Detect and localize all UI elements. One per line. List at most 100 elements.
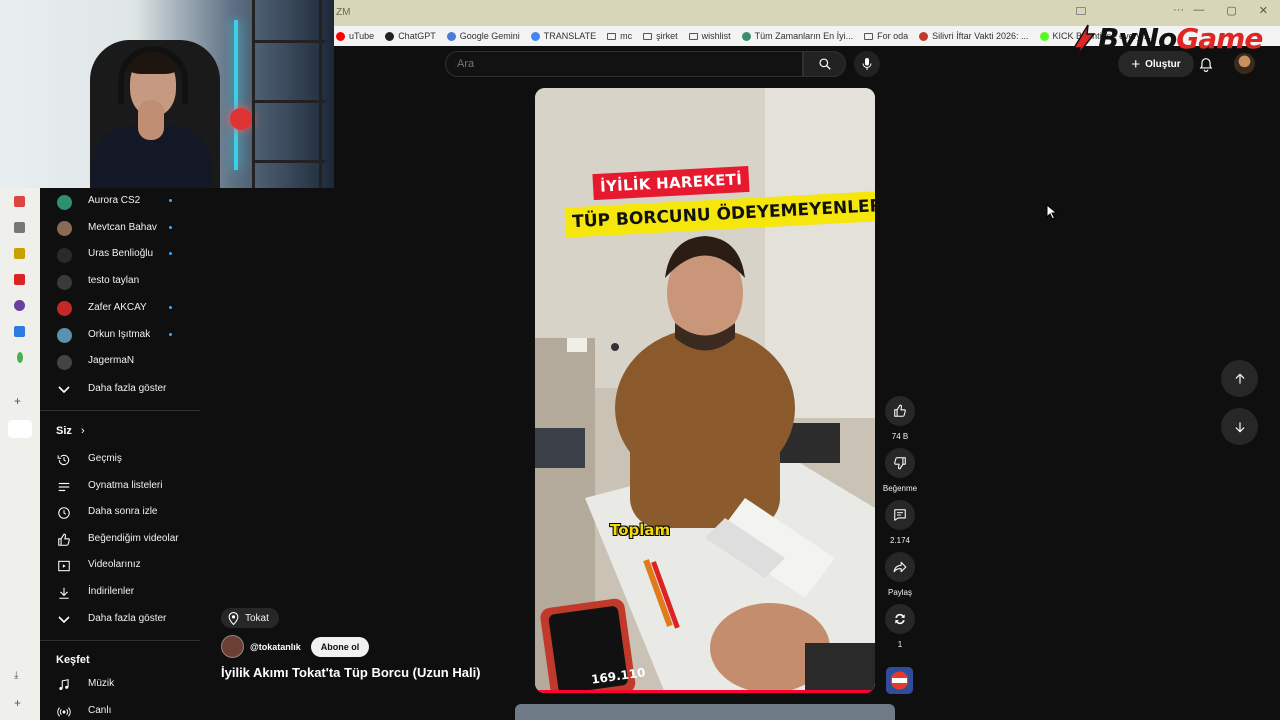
bookmark-label: mc (620, 31, 633, 41)
leaf-icon[interactable] (17, 352, 23, 363)
close-window-button[interactable]: ✕ (1259, 4, 1268, 17)
explore-heading: Keşfet (56, 654, 90, 666)
next-short-button[interactable] (1221, 408, 1258, 445)
subscription-label: Uras Benlioğlu (88, 248, 154, 260)
subscription-label: testo taylan (88, 275, 140, 287)
divider (40, 640, 200, 641)
show-more-subscriptions[interactable]: Daha fazla göster (40, 376, 200, 402)
video-progress-bar[interactable] (535, 690, 875, 693)
sidebar-item-downloads[interactable]: İndirilenler (40, 579, 200, 605)
add-icon[interactable]: + (14, 394, 25, 408)
playlists-icon (56, 479, 72, 495)
sidebar-item-your-videos[interactable]: Videolarınız (40, 552, 200, 578)
video-title[interactable]: İyilik Akımı Tokat'ta Tüp Borcu (Uzun Ha… (221, 665, 481, 680)
sidebar-item-live[interactable]: Canlı (40, 698, 200, 720)
bookmark-item[interactable]: Silivri İftar Vakti 2026: ... (919, 31, 1029, 41)
files-icon[interactable] (14, 222, 25, 233)
app-circle-icon[interactable] (14, 300, 25, 311)
bookmark-item[interactable]: For oda (864, 31, 908, 41)
video-app-icon[interactable] (14, 274, 25, 285)
subscription-item[interactable]: Uras Benlioğlu (40, 241, 200, 267)
thumbs-up-icon (894, 404, 906, 417)
subscription-label: Aurora CS2 (88, 195, 141, 206)
tab-search-icon[interactable] (1076, 7, 1086, 15)
shelf (252, 0, 325, 188)
like-action: 74 B (882, 396, 918, 441)
subscribe-button[interactable]: Abone ol (310, 636, 370, 657)
bookmark-item[interactable]: wishlist (688, 31, 731, 41)
bookmark-item[interactable]: mc (607, 31, 632, 41)
subscription-label: JagermaN (88, 355, 135, 367)
sidebar-item-label: Videolarınız (88, 559, 141, 571)
subscription-item[interactable]: JagermaN (40, 348, 200, 374)
subscription-item[interactable]: Orkun Işıtmak (40, 322, 200, 348)
sidebar-item-playlists[interactable]: Oynatma listeleri (40, 473, 200, 499)
subscription-item[interactable]: Zafer AKCAY (40, 295, 200, 321)
maximize-button[interactable]: ▢ (1226, 4, 1236, 17)
location-chip[interactable]: Tokat (221, 608, 279, 628)
translate-icon (530, 31, 540, 41)
notes-icon[interactable] (14, 248, 25, 259)
new-content-dot (169, 199, 172, 202)
bookmark-item[interactable]: ChatGPT (385, 31, 436, 41)
led-light (230, 108, 252, 130)
folder-icon (688, 32, 698, 40)
comments-button[interactable] (885, 500, 915, 530)
live-icon (56, 704, 72, 720)
channel-avatar[interactable] (221, 635, 244, 658)
bookmark-label: wishlist (701, 31, 731, 41)
channel-avatar (56, 301, 72, 317)
sidebar-item-liked[interactable]: Beğendiğim videolar (40, 526, 200, 552)
bookmark-item[interactable]: Tüm Zamanların En İyi... (741, 31, 853, 41)
short-video-player[interactable]: İYİLİK HAREKETİ TÜP BORCUNU ÖDEYEMEYENLE… (535, 88, 875, 693)
new-content-dot (169, 332, 172, 336)
sidebar-item-music[interactable]: Müzik (40, 671, 200, 697)
bookmark-item[interactable]: uTube (336, 31, 374, 41)
subscription-item[interactable]: testo taylan (40, 268, 200, 294)
arrow-down-icon (1235, 421, 1244, 432)
gmail-icon[interactable] (14, 196, 25, 207)
sidebar-item-watch-later[interactable]: Daha sonra izle (40, 499, 200, 525)
next-short-preview[interactable] (515, 704, 895, 720)
like-count: 74 B (891, 432, 909, 441)
share-icon (893, 561, 907, 573)
share-button[interactable] (885, 552, 915, 582)
channel-avatar (56, 247, 72, 263)
gemini-icon (446, 31, 456, 41)
music-icon (56, 677, 72, 693)
remix-button[interactable] (885, 604, 915, 634)
channel-avatar (56, 354, 72, 370)
sidebar-item-label: Daha sonra izle (88, 506, 158, 518)
add-panel-icon[interactable]: + (14, 696, 25, 710)
previous-short-button[interactable] (1221, 360, 1258, 397)
bookmark-item[interactable]: şirket (643, 31, 678, 41)
bookmark-item[interactable]: TRANSLATE (530, 31, 597, 41)
download-icon[interactable]: ⤓ (14, 670, 25, 681)
subscription-item[interactable]: Aurora CS2 (40, 188, 200, 214)
search-button[interactable] (803, 51, 846, 77)
bookmark-label: TRANSLATE (543, 31, 597, 41)
subscription-item[interactable]: Mevtcan Bahav (40, 215, 200, 241)
browser-menu-icon[interactable]: ··· (1173, 4, 1184, 16)
voice-search-button[interactable] (854, 51, 880, 77)
dislike-button[interactable] (885, 448, 915, 478)
channel-watermark-logo: ByNoGame (1064, 20, 1272, 60)
bookmark-item[interactable]: Google Gemini (446, 31, 520, 41)
search-input[interactable] (446, 52, 802, 76)
chatgpt-icon (385, 31, 395, 41)
dislike-label: Beğenme (882, 484, 918, 493)
calendar-icon[interactable] (14, 326, 25, 337)
channel-handle[interactable]: @tokatanlık (250, 642, 301, 652)
new-content-dot (169, 225, 172, 229)
sidebar-item-label: Beğendiğim videolar (88, 532, 179, 544)
youtube-app-icon[interactable] (8, 420, 32, 438)
tab-title[interactable]: ZM (336, 7, 350, 18)
sidebar-item-history[interactable]: Geçmiş (40, 446, 200, 472)
channel-avatar (56, 221, 72, 237)
minimize-button[interactable]: — (1193, 4, 1204, 17)
like-button[interactable] (885, 396, 915, 426)
show-more-you[interactable]: Daha fazla göster (40, 606, 200, 632)
sidebar-item-label: Müzik (88, 678, 115, 689)
you-section-heading[interactable]: Siz › (56, 425, 85, 437)
channel-thumbnail[interactable] (886, 667, 913, 694)
